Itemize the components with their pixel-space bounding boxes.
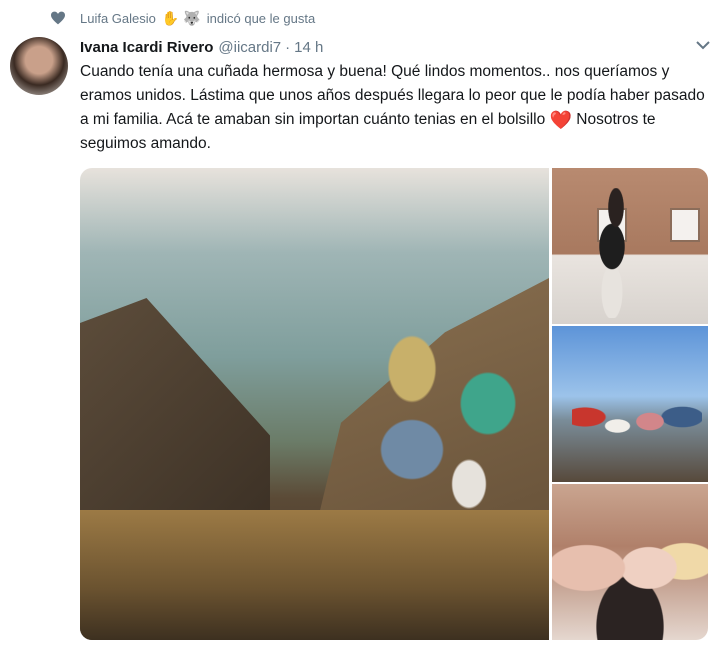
avatar[interactable] bbox=[10, 37, 68, 95]
liker-name[interactable]: Luifa Galesio bbox=[80, 11, 156, 26]
photo-detail bbox=[670, 208, 700, 242]
timestamp[interactable]: 14 h bbox=[294, 39, 323, 56]
media-grid bbox=[80, 168, 708, 640]
tweet-text: Cuando tenía una cuñada hermosa y buena!… bbox=[80, 60, 710, 156]
social-context: Luifa Galesio ✋ 🐺 indicó que le gusta bbox=[50, 8, 315, 28]
photo-2[interactable] bbox=[552, 168, 708, 324]
separator-dot: · bbox=[285, 38, 291, 56]
photo-detail bbox=[572, 381, 702, 471]
photo-detail bbox=[572, 188, 652, 318]
display-name[interactable]: Ivana Icardi Rivero bbox=[80, 39, 213, 56]
photo-4[interactable] bbox=[552, 484, 708, 640]
wolf-emoji: 🐺 bbox=[183, 9, 201, 26]
user-handle[interactable]: @iicardi7 bbox=[218, 39, 281, 56]
heart-icon bbox=[51, 11, 65, 25]
tweet-header: Ivana Icardi Rivero @iicardi7 · 14 h bbox=[80, 36, 700, 58]
photo-detail bbox=[552, 509, 708, 640]
red-heart-emoji: ❤️ bbox=[549, 110, 572, 130]
hand-emoji: ✋ bbox=[161, 9, 180, 26]
chevron-down-icon[interactable] bbox=[696, 40, 710, 50]
photo-main[interactable] bbox=[80, 168, 549, 640]
photo-3[interactable] bbox=[552, 326, 708, 482]
photo-detail bbox=[355, 323, 545, 553]
social-context-action: indicó que le gusta bbox=[206, 10, 316, 26]
